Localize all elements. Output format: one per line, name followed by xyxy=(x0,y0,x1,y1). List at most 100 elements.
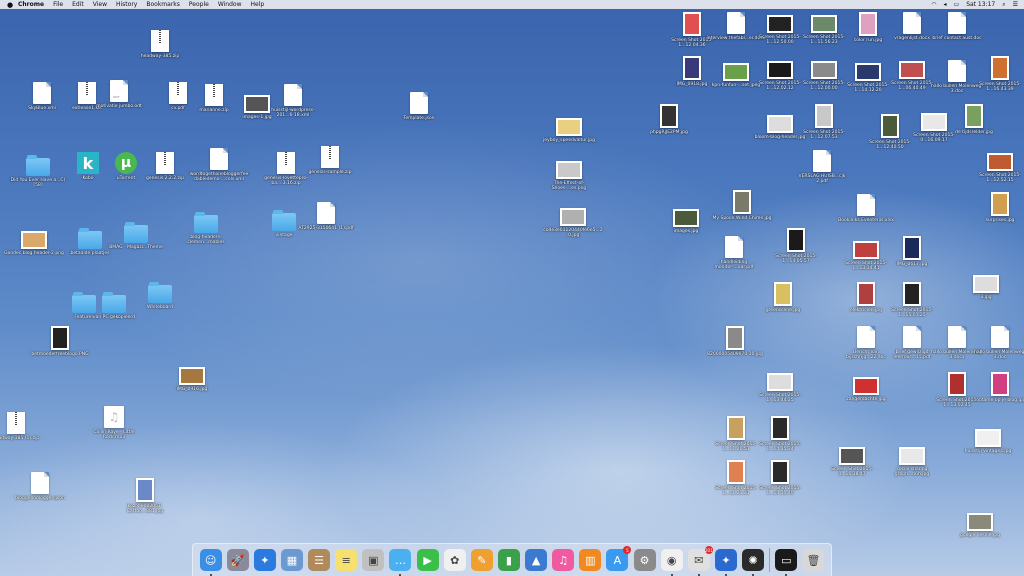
folder-icon[interactable] xyxy=(124,222,148,243)
menu-app-name[interactable]: Chrome xyxy=(18,1,44,8)
desktop-item[interactable]: bloggennolöggen.json xyxy=(10,472,70,501)
desktop-item[interactable]: de tijdsrelder.jpg xyxy=(944,104,1004,135)
dock-app-store-icon[interactable]: A5 xyxy=(606,546,632,571)
image-thumbnail-icon[interactable] xyxy=(857,282,875,306)
desktop-item[interactable]: google desnie.jpg xyxy=(950,510,1010,538)
folder-icon[interactable] xyxy=(148,282,172,303)
image-thumbnail-icon[interactable] xyxy=(973,275,999,293)
desktop-item[interactable]: Template.json xyxy=(389,92,449,121)
desktop-item[interactable]: hallo bullen Molenweg-3.doc xyxy=(970,326,1024,361)
spotlight-icon[interactable]: ⌕ xyxy=(1002,1,1005,9)
image-thumbnail-icon[interactable] xyxy=(853,241,879,259)
desktop-item[interactable]: Screen Shot 2015-1...13.44.25 xyxy=(750,370,810,404)
dock-mail-icon[interactable]: ✉ 201 xyxy=(687,546,713,576)
document-icon[interactable] xyxy=(813,150,831,172)
image-thumbnail-icon[interactable] xyxy=(136,478,154,502)
dock-launchpad-icon[interactable]: 🚀 xyxy=(226,549,249,571)
desktop-item[interactable]: phpgRjJE2PM.jpg xyxy=(639,104,699,135)
desktop-item[interactable]: jeyboy_speedvaltur.jpg xyxy=(539,115,599,143)
document-icon[interactable]: ODT xyxy=(110,80,128,102)
dock-numbers-icon[interactable]: ▮ xyxy=(497,549,520,571)
image-thumbnail-icon[interactable] xyxy=(723,63,749,81)
desktop-item[interactable]: ODT motivatie jumbo.odt xyxy=(89,80,149,109)
folder-icon[interactable] xyxy=(102,292,126,313)
desktop-item[interactable]: social sharing graph...h6h.jpg xyxy=(882,444,942,478)
image-thumbnail-icon[interactable] xyxy=(683,56,701,80)
image-thumbnail-icon[interactable] xyxy=(975,429,1001,447)
image-thumbnail-icon[interactable] xyxy=(853,377,879,395)
desktop-item[interactable]: brief contact aust.doc xyxy=(927,12,987,41)
image-thumbnail-icon[interactable] xyxy=(771,460,789,484)
dock-chrome-icon[interactable]: ◉ xyxy=(660,549,683,576)
image-thumbnail-icon[interactable] xyxy=(556,161,582,179)
image-thumbnail-icon[interactable] xyxy=(787,228,805,252)
document-icon[interactable] xyxy=(727,12,745,34)
menu-history[interactable]: History xyxy=(116,1,137,8)
image-thumbnail-icon[interactable] xyxy=(771,416,789,440)
image-thumbnail-icon[interactable] xyxy=(179,367,205,385)
document-icon[interactable] xyxy=(948,60,966,82)
desktop-item[interactable]: vintage xyxy=(254,210,314,238)
image-thumbnail-icon[interactable] xyxy=(855,63,881,81)
dock-messages-icon[interactable]: … xyxy=(389,549,412,576)
folder-icon[interactable] xyxy=(272,210,296,231)
zip-archive-icon[interactable] xyxy=(205,84,223,106)
document-icon[interactable] xyxy=(857,326,875,348)
dock-apple-tv-icon[interactable]: ▭ xyxy=(775,549,798,576)
image-thumbnail-icon[interactable] xyxy=(903,282,921,306)
zip-archive-icon[interactable] xyxy=(156,152,174,174)
dock-system-preferences-icon[interactable]: ⚙ xyxy=(633,549,656,571)
desktop-item[interactable]: ♫ Collin Raye - Little Rock.mp3 xyxy=(84,406,144,441)
image-thumbnail-icon[interactable] xyxy=(899,61,925,79)
image-thumbnail-icon[interactable] xyxy=(733,190,751,214)
desktop-item[interactable]: Screen Shot 2015-1...16.43.39 xyxy=(970,56,1024,93)
dock-notes-icon[interactable]: ≡ xyxy=(335,549,358,571)
image-thumbnail-icon[interactable] xyxy=(859,12,877,36)
dock-safari-icon[interactable]: ✦ xyxy=(253,549,276,571)
dock-activity-monitor-icon[interactable]: ✺ xyxy=(742,549,765,576)
menu-edit[interactable]: Edit xyxy=(72,1,84,8)
image-thumbnail-icon[interactable] xyxy=(726,326,744,350)
menu-bookmarks[interactable]: Bookmarks xyxy=(146,1,180,8)
image-thumbnail-icon[interactable] xyxy=(899,447,925,465)
desktop-item[interactable]: Screen Shot 2015-1...12.07.53 xyxy=(794,104,854,141)
desktop-item[interactable]: genesis.2.2.2.zip xyxy=(135,152,195,181)
desktop-item[interactable]: betmoederfreetilogo.PNG xyxy=(30,326,90,357)
menu-help[interactable]: Help xyxy=(251,1,265,8)
dock-pages-icon[interactable]: ✎ xyxy=(470,549,493,571)
zip-archive-icon[interactable] xyxy=(7,412,25,434)
document-icon[interactable] xyxy=(991,326,1009,348)
document-icon[interactable] xyxy=(903,12,921,34)
desktop-item[interactable]: Screen Shot 2015-1...14.25.34 xyxy=(750,416,810,453)
dock-trash-icon[interactable]: 🗑 xyxy=(802,549,825,571)
document-icon[interactable] xyxy=(948,12,966,34)
desktop-item[interactable]: greenscene.jpg xyxy=(753,282,813,313)
folder-icon[interactable] xyxy=(194,212,218,233)
utorrent-app-icon[interactable]: µ xyxy=(115,152,137,174)
image-thumbnail-icon[interactable] xyxy=(991,192,1009,216)
menu-window[interactable]: Window xyxy=(218,1,242,8)
desktop-item[interactable]: The-Effect-of-Shoes-...es.png xyxy=(539,158,599,192)
image-thumbnail-icon[interactable] xyxy=(767,15,793,33)
folder-icon[interactable] xyxy=(78,228,102,249)
document-icon[interactable] xyxy=(948,326,966,348)
document-icon[interactable] xyxy=(210,148,228,170)
image-thumbnail-icon[interactable] xyxy=(948,372,966,396)
desktop-item[interactable]: Screen Shot 2015-0...16.18.47 xyxy=(822,444,882,478)
desktop-item[interactable]: Whiteboard xyxy=(130,282,190,310)
image-thumbnail-icon[interactable] xyxy=(767,61,793,79)
image-thumbnail-icon[interactable] xyxy=(767,373,793,391)
desktop-item[interactable]: 3.jpg xyxy=(956,272,1016,300)
desktop-item[interactable]: wordtogethonebloggerfeedabledemo-...cols… xyxy=(189,148,249,183)
image-thumbnail-icon[interactable] xyxy=(811,15,837,33)
desktop-item[interactable]: BMAG - Magazi...Theme xyxy=(106,222,166,250)
image-thumbnail-icon[interactable] xyxy=(660,104,678,128)
desktop-item[interactable]: zangerdachte.jpg xyxy=(836,374,896,402)
desktop-item[interactable]: 82000005409070 10.jpg xyxy=(705,326,765,357)
document-icon[interactable] xyxy=(317,202,335,224)
desktop-item[interactable]: Screen Shot 2015-1...15.01.25 xyxy=(882,282,942,319)
desktop-item[interactable]: blog-headers-clemen...mables xyxy=(176,212,236,246)
desktop-item[interactable]: genesis-sample.zip xyxy=(300,146,360,175)
battery-icon[interactable]: ▭ xyxy=(954,1,960,8)
dock-facetime-icon[interactable]: ▶ xyxy=(416,549,439,571)
